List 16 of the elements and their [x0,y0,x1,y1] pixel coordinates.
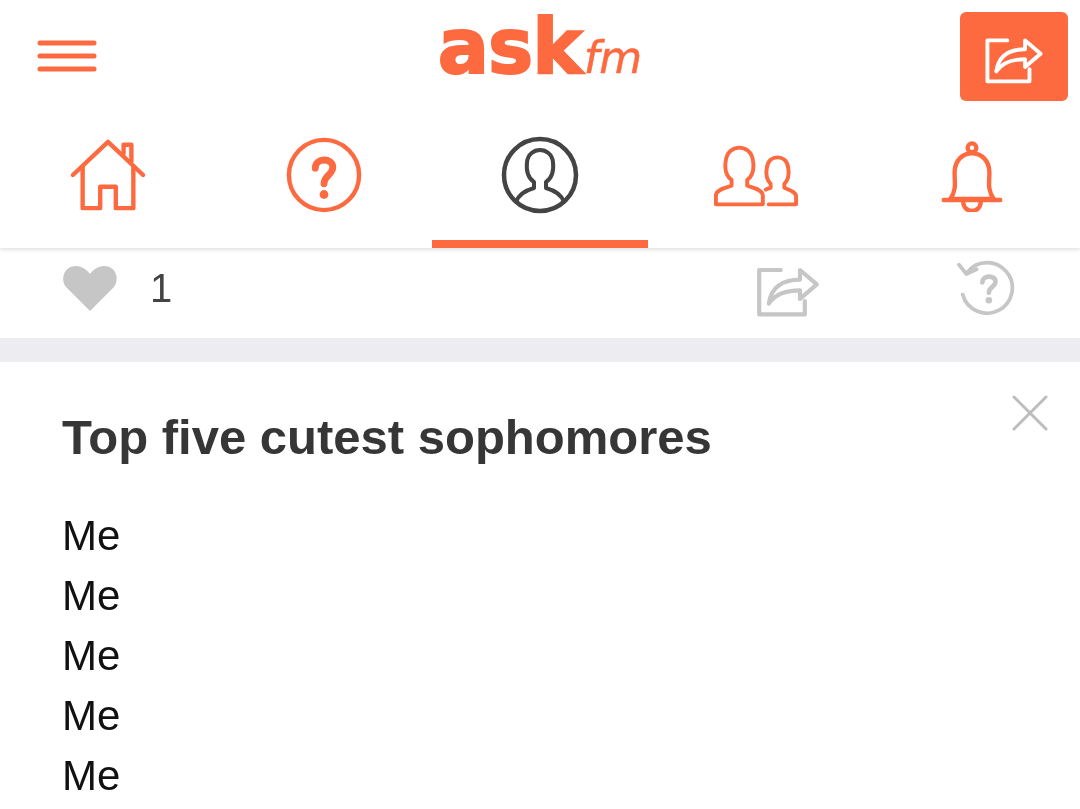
menu-button[interactable] [37,40,97,72]
share-button[interactable] [960,12,1068,101]
heart-icon[interactable] [60,263,120,313]
answer-line: Me [62,631,121,681]
like-count: 1 [150,265,173,311]
user-icon [500,135,580,215]
answer-line: Me [62,511,121,561]
close-icon[interactable] [1012,395,1048,431]
answer-line: Me [62,691,121,741]
question-icon [285,136,363,214]
logo: askfm [437,2,643,93]
answer-line: Me [62,751,121,801]
answer-line: Me [62,571,121,621]
bell-icon [939,138,1005,212]
question-title: Top five cutest sophomores [62,409,712,465]
menu-icon [37,40,97,72]
